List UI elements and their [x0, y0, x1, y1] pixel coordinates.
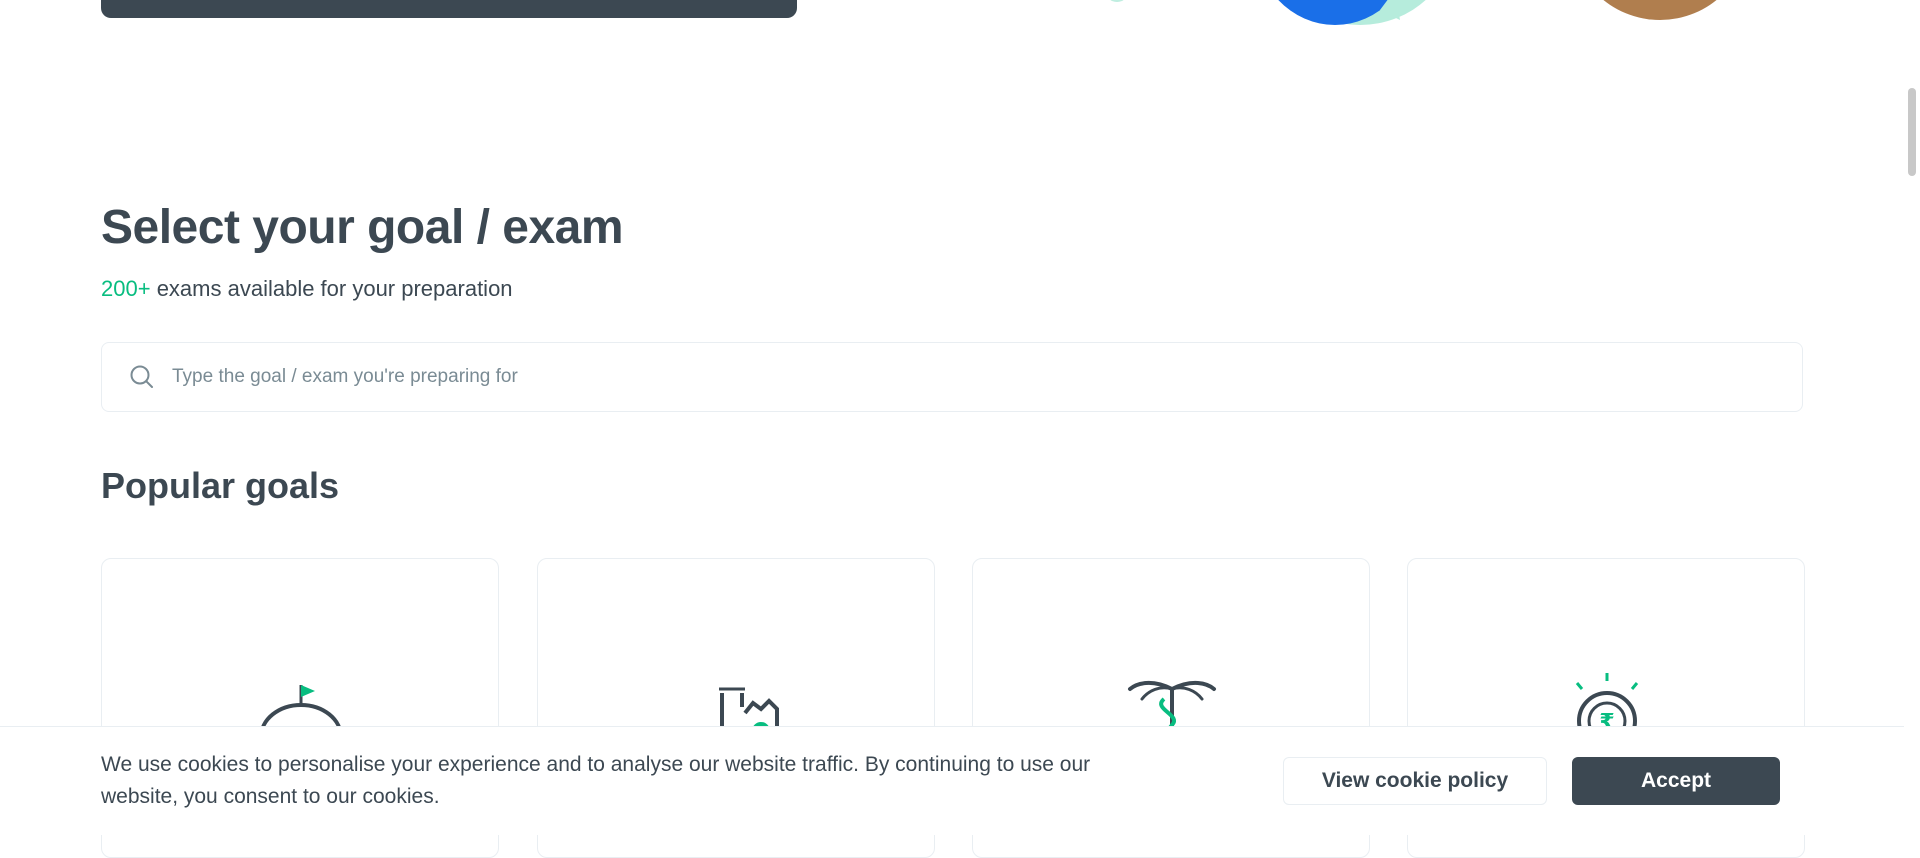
view-cookie-policy-button[interactable]: View cookie policy [1283, 757, 1547, 805]
cookie-banner: We use cookies to personalise your exper… [0, 726, 1904, 835]
cookie-message: We use cookies to personalise your exper… [101, 753, 1091, 808]
scrollbar[interactable] [1904, 0, 1920, 834]
scrollbar-thumb[interactable] [1908, 88, 1916, 176]
page-subtitle: 200+ exams available for your preparatio… [101, 276, 513, 302]
popular-goals-title: Popular goals [101, 465, 340, 506]
search-icon [130, 365, 153, 388]
subtitle-text: exams available for your preparation [156, 276, 513, 301]
hero-illustration [1080, 0, 1780, 30]
exam-count: 200+ [101, 276, 151, 301]
goal-search-box[interactable] [101, 342, 1803, 412]
accept-cookies-button[interactable]: Accept [1572, 757, 1780, 805]
hero-dark-banner [101, 0, 797, 18]
goal-search-input[interactable] [170, 365, 1674, 389]
page-title: Select your goal / exam [101, 201, 624, 254]
